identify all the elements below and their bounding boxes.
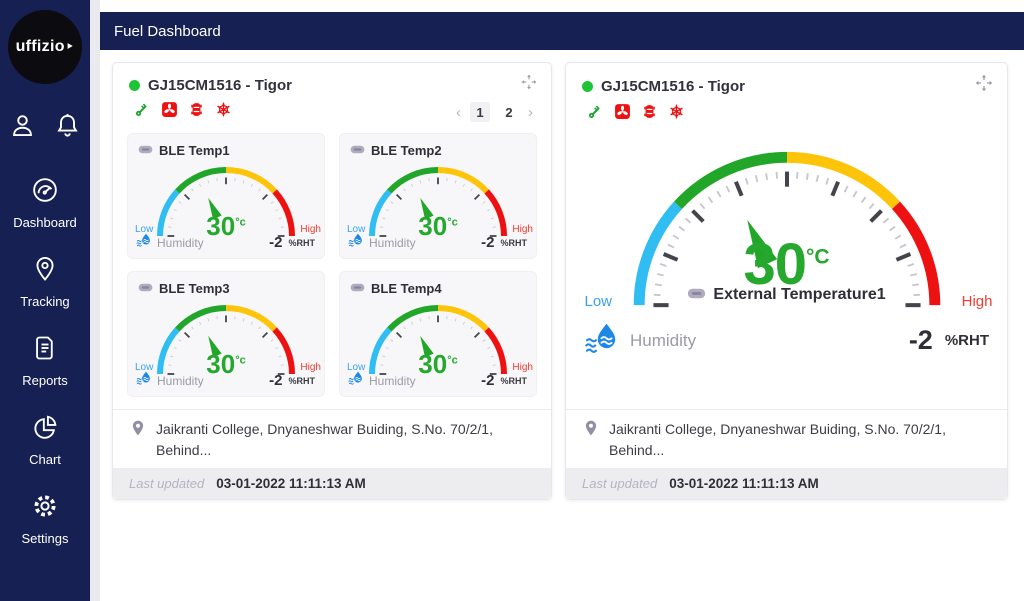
location-text: Jaikranti College, Dnyaneshwar Buiding, … bbox=[156, 419, 535, 460]
ble-temp-tile: BLE Temp4 30°c Low High Humidity -2 %RHT bbox=[339, 271, 537, 397]
ble-sensor-icon bbox=[138, 279, 153, 297]
vehicle-title: GJ15CM1516 - Tigor bbox=[601, 78, 745, 95]
page-header: Fuel Dashboard bbox=[100, 12, 1024, 50]
vehicle-card-2: GJ15CM1516 - Tigor bbox=[565, 62, 1008, 500]
reports-document-icon bbox=[31, 334, 59, 367]
vehicle-ac-icon bbox=[188, 101, 205, 123]
humidity-label: Humidity bbox=[369, 374, 416, 388]
tile-title: BLE Temp2 bbox=[371, 143, 442, 158]
ignition-key-icon bbox=[586, 103, 604, 126]
online-status-dot bbox=[129, 80, 140, 91]
temperature-value: 30°C bbox=[619, 236, 955, 294]
humidity-unit: %RHT bbox=[289, 376, 316, 386]
pagination-next-icon[interactable]: › bbox=[528, 105, 533, 120]
ble-temp-tile: BLE Temp1 30°c Low High Humidity -2 %RHT bbox=[127, 133, 325, 259]
ignition-key-icon bbox=[133, 101, 151, 124]
humidity-value: -2 bbox=[481, 372, 494, 389]
logo-arrow-icon: ‣ bbox=[66, 39, 75, 55]
card-footer: Last updated 03-01-2022 11:11:13 AM bbox=[113, 468, 551, 499]
move-drag-icon[interactable] bbox=[975, 74, 993, 97]
fan-icon bbox=[614, 103, 631, 125]
humidity-row: Humidity -2 %RHT bbox=[584, 320, 989, 361]
tile-title: BLE Temp3 bbox=[159, 281, 230, 296]
humidity-drop-icon bbox=[348, 370, 364, 391]
main-content: Fuel Dashboard GJ15CM1516 - Tigor bbox=[100, 0, 1024, 601]
humidity-unit: %RHT bbox=[501, 238, 528, 248]
humidity-value: -2 bbox=[269, 372, 282, 389]
humidity-value: -2 bbox=[481, 234, 494, 251]
sidebar-item-label: Reports bbox=[22, 373, 68, 388]
sidebar-item-label: Tracking bbox=[20, 294, 69, 309]
pagination-prev-icon[interactable]: ‹ bbox=[456, 105, 461, 120]
humidity-label: Humidity bbox=[630, 331, 696, 351]
fan-icon bbox=[161, 101, 178, 123]
last-updated-value: 03-01-2022 11:11:13 AM bbox=[216, 476, 366, 491]
humidity-unit: %RHT bbox=[945, 332, 989, 349]
online-status-dot bbox=[582, 81, 593, 92]
pagination-page-1[interactable]: 1 bbox=[470, 102, 490, 122]
last-updated-label: Last updated bbox=[129, 476, 204, 491]
card-footer: Last updated 03-01-2022 11:11:13 AM bbox=[566, 468, 1007, 499]
tile-title: BLE Temp1 bbox=[159, 143, 230, 158]
pagination-page-2[interactable]: 2 bbox=[499, 102, 519, 122]
location-text: Jaikranti College, Dnyaneshwar Buiding, … bbox=[609, 419, 991, 460]
sidebar-item-settings[interactable]: Settings bbox=[22, 492, 69, 546]
freezer-snowflake-icon bbox=[215, 101, 232, 123]
ble-sensor-icon bbox=[350, 279, 365, 297]
page-title: Fuel Dashboard bbox=[114, 23, 221, 40]
notifications-bell-icon[interactable] bbox=[54, 112, 81, 144]
humidity-value: -2 bbox=[909, 325, 933, 356]
gauge-low-label: Low bbox=[585, 293, 613, 310]
uffizio-logo: uffizio‣ bbox=[8, 10, 82, 84]
ble-temp-tile: BLE Temp2 30°c Low High Humidity -2 %RHT bbox=[339, 133, 537, 259]
sidebar-item-label: Settings bbox=[22, 531, 69, 546]
humidity-unit: %RHT bbox=[501, 376, 528, 386]
humidity-label: Humidity bbox=[157, 236, 204, 250]
location-row: Jaikranti College, Dnyaneshwar Buiding, … bbox=[566, 409, 1007, 468]
settings-gear-icon bbox=[31, 492, 59, 525]
humidity-unit: %RHT bbox=[289, 238, 316, 248]
gauge-high-label: High bbox=[962, 293, 993, 310]
sidebar: uffizio‣ Dashboard bbox=[0, 0, 90, 601]
sidebar-item-tracking[interactable]: Tracking bbox=[20, 255, 69, 309]
humidity-drop-icon bbox=[136, 232, 152, 253]
vehicle-title: GJ15CM1516 - Tigor bbox=[148, 77, 292, 94]
sidebar-item-label: Dashboard bbox=[13, 215, 77, 230]
ble-sensor-icon bbox=[138, 141, 153, 159]
last-updated-label: Last updated bbox=[582, 476, 657, 491]
ble-sensor-icon bbox=[350, 141, 365, 159]
user-icon[interactable] bbox=[9, 112, 36, 144]
sidebar-item-reports[interactable]: Reports bbox=[22, 334, 68, 388]
location-row: Jaikranti College, Dnyaneshwar Buiding, … bbox=[113, 409, 551, 468]
vehicle-ac-icon bbox=[641, 103, 658, 125]
chart-pie-icon bbox=[31, 413, 59, 446]
move-drag-icon[interactable] bbox=[521, 74, 537, 95]
tracking-pin-icon bbox=[31, 255, 59, 288]
ble-temp-tile: BLE Temp3 30°c Low High Humidity -2 %RHT bbox=[127, 271, 325, 397]
humidity-drop-icon bbox=[584, 320, 620, 361]
humidity-drop-icon bbox=[348, 232, 364, 253]
humidity-drop-icon bbox=[136, 370, 152, 391]
location-pin-icon bbox=[582, 419, 600, 460]
humidity-label: Humidity bbox=[369, 236, 416, 250]
logo-text: uffizio bbox=[16, 38, 65, 56]
location-pin-icon bbox=[129, 419, 147, 460]
gauge-tile-grid: BLE Temp1 30°c Low High Humidity -2 %RHT bbox=[127, 133, 537, 397]
tile-pagination: ‹ 1 2 › bbox=[456, 102, 533, 122]
sidebar-item-chart[interactable]: Chart bbox=[29, 413, 61, 467]
tile-title: BLE Temp4 bbox=[371, 281, 442, 296]
sidebar-item-label: Chart bbox=[29, 452, 61, 467]
vehicle-card-1: GJ15CM1516 - Tigor bbox=[112, 62, 552, 500]
humidity-value: -2 bbox=[269, 234, 282, 251]
sidebar-divider bbox=[90, 0, 100, 601]
sidebar-item-dashboard[interactable]: Dashboard bbox=[13, 176, 77, 230]
last-updated-value: 03-01-2022 11:11:13 AM bbox=[669, 476, 819, 491]
dashboard-gauge-icon bbox=[31, 176, 59, 209]
humidity-label: Humidity bbox=[157, 374, 204, 388]
freezer-snowflake-icon bbox=[668, 103, 685, 125]
